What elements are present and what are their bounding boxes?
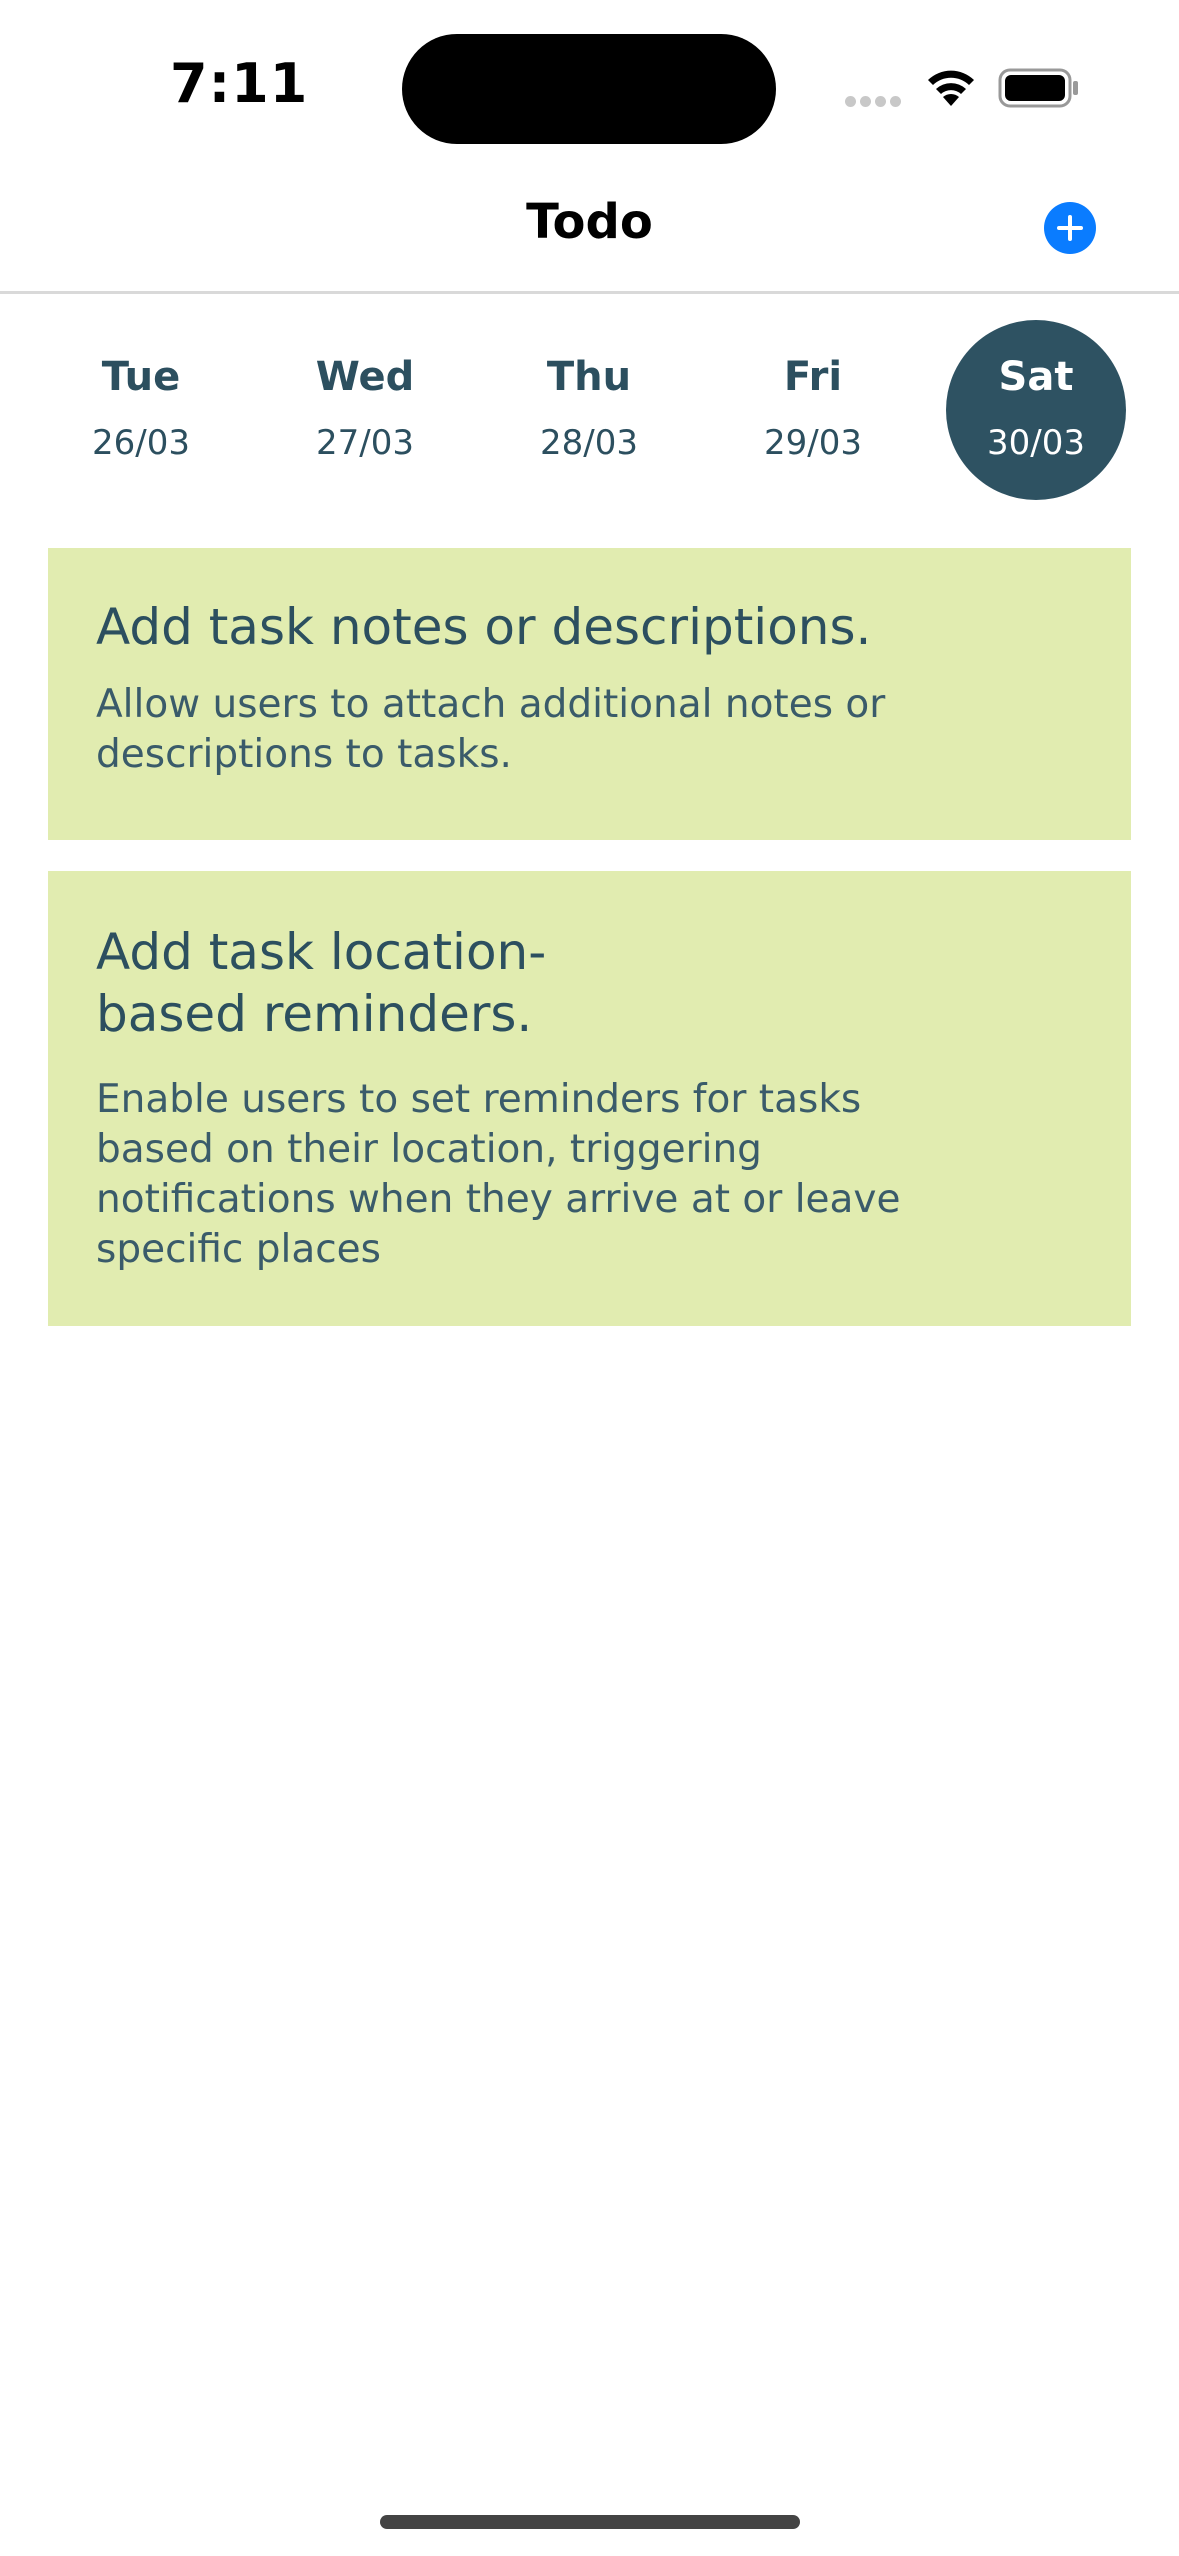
task-description: Enable users to set reminders for tasks … [96,1077,901,1272]
date-number-label: 26/03 [92,423,190,463]
home-indicator [380,2515,800,2529]
battery-icon [998,68,1078,108]
page-title: Todo [526,194,653,250]
date-item-wed[interactable]: Wed 27/03 [275,320,455,500]
date-picker-strip: Tue 26/03 Wed 27/03 Thu 28/03 Fri 29/03 … [0,320,1179,510]
date-day-label: Wed [315,354,415,400]
dynamic-island [402,34,776,144]
date-day-label: Thu [546,354,632,400]
add-task-button[interactable] [1044,202,1096,254]
navigation-bar: Todo [0,170,1179,294]
cellular-signal-icon [845,94,905,108]
date-number-label: 28/03 [540,423,638,463]
date-number-label: 29/03 [764,423,862,463]
status-bar: 7:11 [0,0,1179,170]
status-time: 7:11 [170,52,309,115]
date-item-sat-selected[interactable]: Sat 30/03 [946,320,1126,500]
date-item-thu[interactable]: Thu 28/03 [499,320,679,500]
date-day-label: Fri [783,354,843,400]
date-day-label: Tue [101,354,181,400]
date-item-tue[interactable]: Tue 26/03 [51,320,231,500]
task-title: Add task location-based reminders. [96,923,547,1043]
date-number-label: 27/03 [316,423,414,463]
task-description: Allow users to attach additional notes o… [96,682,886,777]
plus-icon [1057,215,1083,241]
date-day-label: Sat [998,354,1074,400]
task-card[interactable]: Add task location-based reminders. Enabl… [48,871,1131,1326]
task-title: Add task notes or descriptions. [96,598,872,656]
task-card[interactable]: Add task notes or descriptions. Allow us… [48,548,1131,840]
date-item-fri[interactable]: Fri 29/03 [723,320,903,500]
date-number-label: 30/03 [987,423,1085,463]
wifi-icon [928,70,974,106]
